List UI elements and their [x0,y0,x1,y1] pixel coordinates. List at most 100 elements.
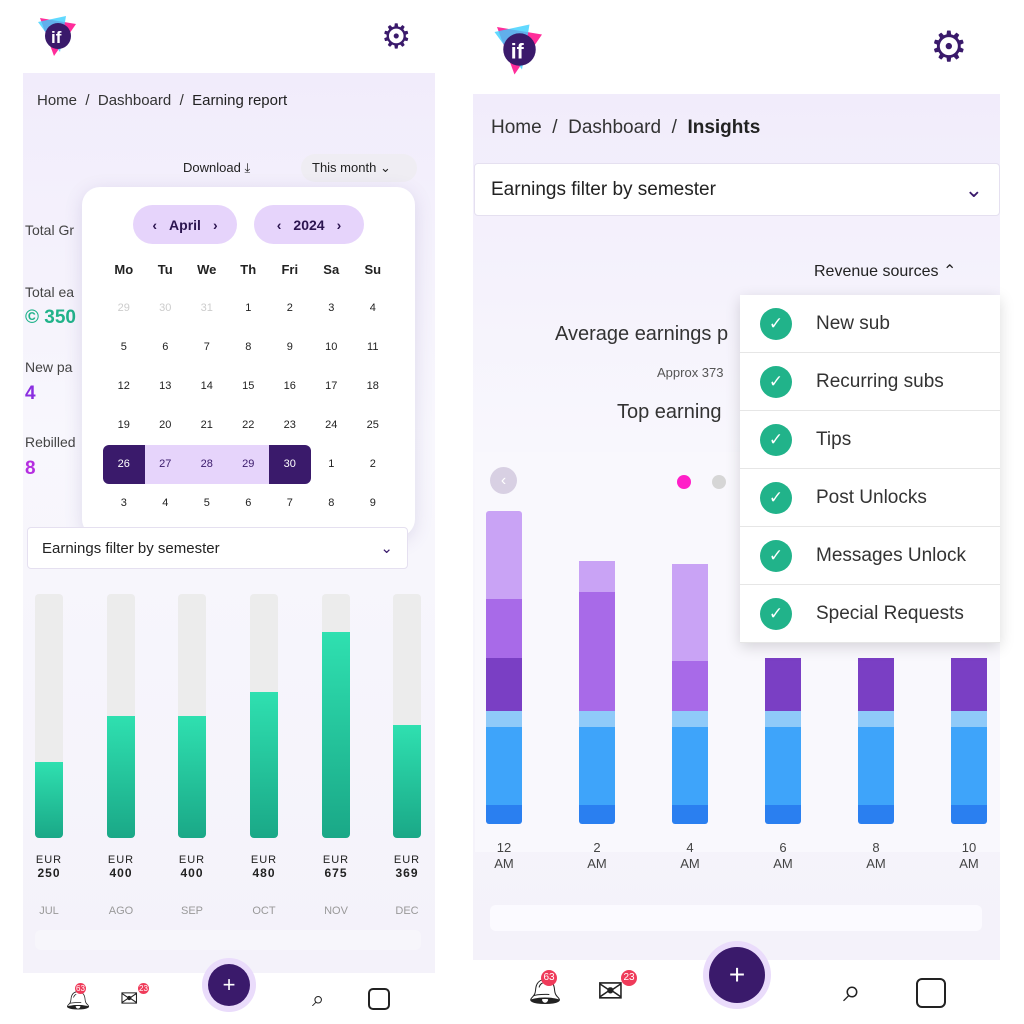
calendar-day[interactable]: 29 [103,289,145,328]
calendar-day[interactable]: 5 [186,484,228,523]
download-button[interactable]: Download ⤓ [183,160,250,176]
pager-dot-active[interactable] [677,475,691,489]
search-icon[interactable]: ⌕ [312,986,324,1012]
calendar-day[interactable]: 8 [228,328,270,367]
stacked-bar[interactable] [579,511,615,824]
calendar-day[interactable]: 21 [186,406,228,445]
calendar-day[interactable]: 28 [186,445,228,484]
x-tick-label: 12 AM [474,840,534,872]
chart-prev-button[interactable]: ‹ [490,467,517,494]
calendar-day[interactable]: 6 [228,484,270,523]
calendar-day[interactable]: 5 [103,328,145,367]
calendar-day[interactable]: 7 [269,484,311,523]
calendar-day[interactable]: 1 [228,289,270,328]
calendar-day[interactable]: 3 [103,484,145,523]
wallet-icon[interactable] [368,988,390,1010]
calendar-day[interactable]: 20 [145,406,187,445]
checkmark-icon[interactable]: ✓ [760,481,792,514]
messages-envelope-icon[interactable]: ✉︎ 23 [120,983,149,1012]
calendar-day[interactable]: 26 [103,445,145,484]
right-filter-select[interactable]: Earnings filter by semester ⌄ [474,163,1000,216]
breadcrumb-home[interactable]: Home [491,117,542,138]
revenue-source-option[interactable]: ✓ Special Requests [740,585,1000,643]
calendar-day[interactable]: 30 [269,445,311,484]
stat-rebilled-label: Rebilled [25,434,76,450]
checkmark-icon[interactable]: ✓ [760,597,792,630]
calendar-day[interactable]: 7 [186,328,228,367]
notifications-bell-icon[interactable]: 🔔︎ 63 [526,970,564,1007]
search-icon[interactable]: ⌕ [843,972,861,1010]
breadcrumb-home[interactable]: Home [37,92,77,109]
checkmark-icon[interactable]: ✓ [760,365,792,398]
month-picker[interactable]: ‹ April › [133,205,237,244]
pager-dot[interactable] [712,475,726,489]
revenue-source-option[interactable]: ✓ Recurring subs [740,353,1000,411]
year-picker[interactable]: ‹ 2024 › [254,205,364,244]
calendar-day[interactable]: 29 [227,445,269,484]
period-select[interactable]: This month ⌄ [301,154,417,182]
revenue-source-option[interactable]: ✓ Tips [740,411,1000,469]
calendar-day[interactable]: 10 [311,328,353,367]
left-filter-select[interactable]: Earnings filter by semester ⌄ [27,527,408,569]
calendar-day[interactable]: 16 [269,367,311,406]
next-year-icon[interactable]: › [337,217,342,233]
notifications-bell-icon[interactable]: 🔔︎ 63 [64,983,92,1012]
bar-track[interactable] [35,594,63,838]
calendar-day[interactable]: 2 [269,289,311,328]
prev-month-icon[interactable]: ‹ [152,217,157,233]
coin-icon: © [25,307,39,328]
bar-segment [858,805,894,824]
revenue-sources-toggle[interactable]: Revenue sources ⌃ [814,261,956,281]
calendar-day[interactable]: 30 [145,289,187,328]
calendar-day[interactable]: 3 [311,289,353,328]
prev-year-icon[interactable]: ‹ [277,217,282,233]
checkmark-icon[interactable]: ✓ [760,307,792,340]
next-month-icon[interactable]: › [213,217,218,233]
calendar-day[interactable]: 4 [352,289,394,328]
revenue-source-option[interactable]: ✓ New sub [740,295,1000,353]
bar-track[interactable] [178,594,206,838]
calendar-day[interactable]: 19 [103,406,145,445]
bar-segment [486,726,522,806]
calendar-day[interactable]: 22 [228,406,270,445]
stacked-bar[interactable] [486,511,522,824]
calendar-day[interactable]: 13 [145,367,187,406]
breadcrumb-dashboard[interactable]: Dashboard [98,92,171,109]
calendar-day[interactable]: 14 [186,367,228,406]
calendar-day[interactable]: 6 [145,328,187,367]
calendar-day[interactable]: 24 [311,406,353,445]
revenue-source-option[interactable]: ✓ Messages Unlock [740,527,1000,585]
calendar-day[interactable]: 9 [269,328,311,367]
calendar-day[interactable]: 23 [269,406,311,445]
calendar-day[interactable]: 27 [144,445,186,484]
calendar-day[interactable]: 11 [352,328,394,367]
settings-gear-icon[interactable]: ⚙ [381,20,411,54]
stacked-bar[interactable] [672,511,708,824]
calendar-day[interactable]: 25 [352,406,394,445]
calendar-day[interactable]: 31 [186,289,228,328]
calendar-day[interactable]: 2 [352,445,394,484]
checkmark-icon[interactable]: ✓ [760,423,792,456]
add-button[interactable]: + [208,964,250,1006]
bar-track[interactable] [322,594,350,838]
calendar-day[interactable]: 4 [145,484,187,523]
calendar-day[interactable]: 1 [311,445,353,484]
bar-value-label: EUR 480 [240,854,288,880]
bar-track[interactable] [250,594,278,838]
revenue-source-option[interactable]: ✓ Post Unlocks [740,469,1000,527]
add-button[interactable]: + [709,947,765,1003]
messages-envelope-icon[interactable]: ✉︎ 23 [597,970,637,1010]
calendar-day[interactable]: 17 [311,367,353,406]
calendar-day[interactable]: 15 [228,367,270,406]
calendar-day[interactable]: 12 [103,367,145,406]
settings-gear-icon[interactable]: ⚙ [930,26,968,68]
breadcrumb-dashboard[interactable]: Dashboard [568,117,661,138]
bar-track[interactable] [393,594,421,838]
checkmark-icon[interactable]: ✓ [760,539,792,572]
hour-label: 4 [686,840,694,855]
wallet-icon[interactable] [916,978,946,1008]
calendar-day[interactable]: 9 [352,484,394,523]
calendar-day[interactable]: 8 [311,484,353,523]
calendar-day[interactable]: 18 [352,367,394,406]
bar-track[interactable] [107,594,135,838]
